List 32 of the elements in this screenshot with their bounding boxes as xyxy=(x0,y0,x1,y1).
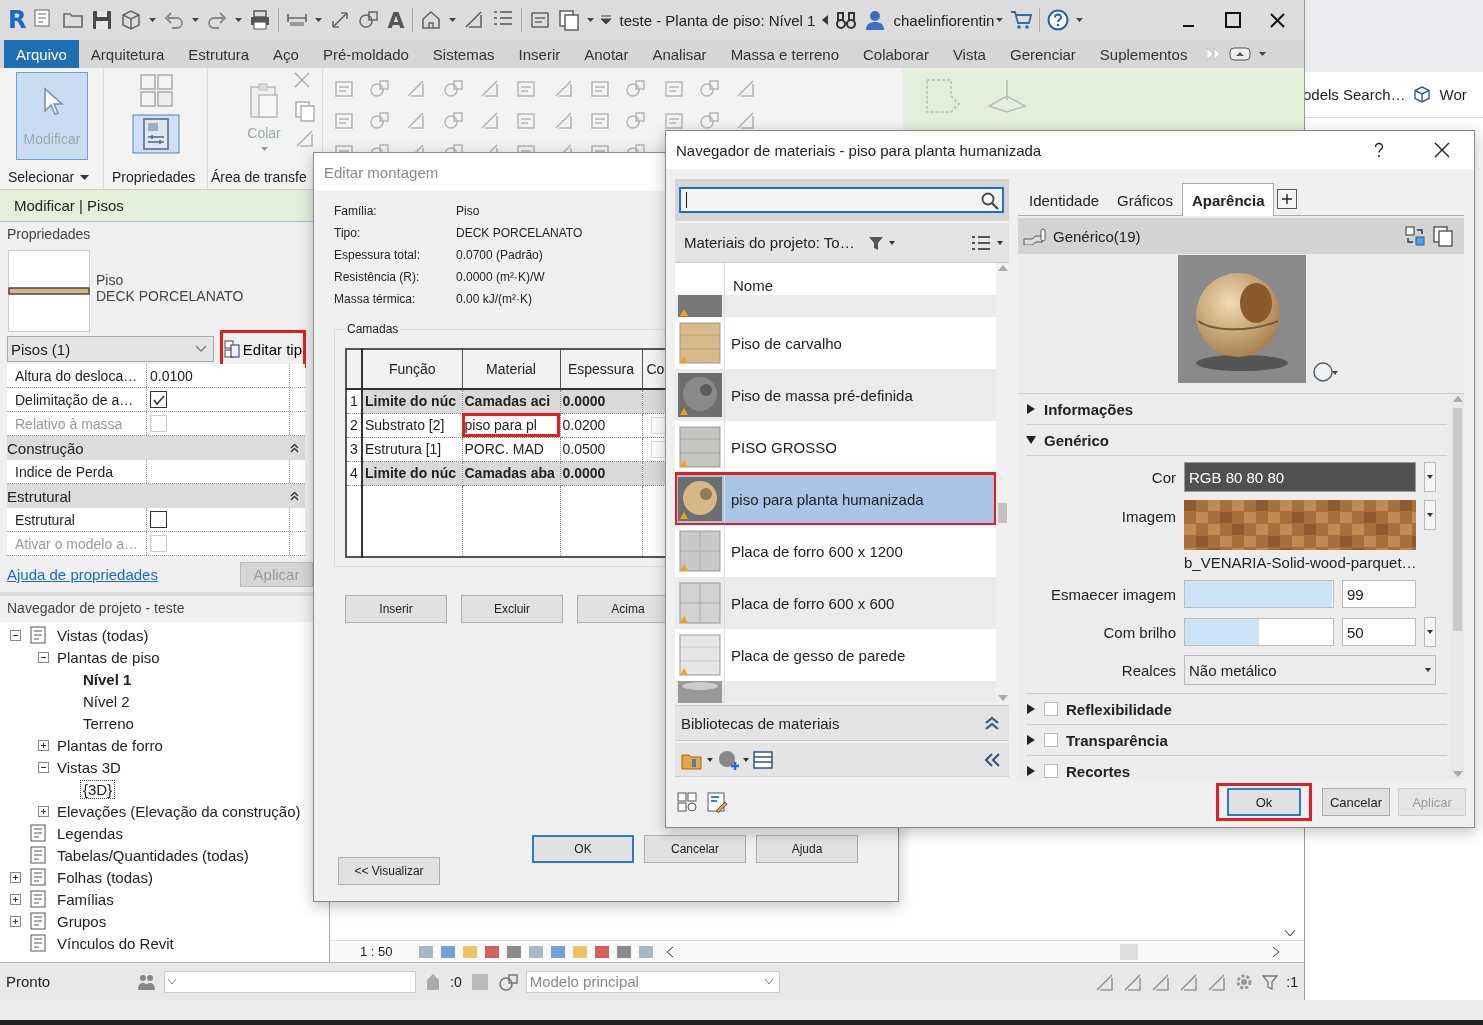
info-label: Tipo: xyxy=(334,226,362,242)
group-title: Camadas xyxy=(346,322,400,336)
field-label: Cor xyxy=(1150,467,1176,488)
info-value: DECK PORCELANATO xyxy=(456,226,583,242)
status-text: Pronto xyxy=(6,973,52,990)
info-label: Resistência (R): xyxy=(334,270,421,286)
panel-label: Propriedades xyxy=(111,168,196,187)
property-label: Indice de Perda xyxy=(7,460,147,483)
info-label: Espessura total: xyxy=(334,248,422,264)
field-label: Realces xyxy=(1120,660,1176,681)
property-label: Ativar o modelo a… xyxy=(7,532,147,555)
info-value: 0.0000 (m²·K)/W xyxy=(456,270,546,286)
info-value: 0.00 kJ/(m²·K) xyxy=(456,292,533,308)
field-label: Com brilho xyxy=(1102,622,1176,643)
property-label: Altura do desloca… xyxy=(7,364,147,387)
field-label: Imagem xyxy=(1120,507,1176,527)
field-label: Esmaecer imagem xyxy=(1049,584,1176,605)
info-value: 0.0700 (Padrão) xyxy=(456,248,544,264)
property-label: Delimitação de a… xyxy=(7,388,147,411)
type-name: DECK PORCELANATO xyxy=(96,288,244,304)
panel-title: Propriedades xyxy=(6,225,92,244)
window-title: teste - Planta de piso: Nível 1 xyxy=(619,11,816,29)
info-value: Piso xyxy=(456,204,481,220)
family-name: Piso xyxy=(96,272,125,288)
asset-name: Genérico(19) xyxy=(1053,227,1141,245)
panel-label: Área de transfe xyxy=(210,168,307,187)
property-label: Relativo à massa xyxy=(7,412,147,435)
selection-count: :0 xyxy=(450,973,462,990)
property-label: Estrutural xyxy=(7,508,147,531)
info-label: Família: xyxy=(334,204,378,220)
info-label: Massa térmica: xyxy=(334,292,417,308)
filter-count: :1 xyxy=(1286,973,1298,990)
